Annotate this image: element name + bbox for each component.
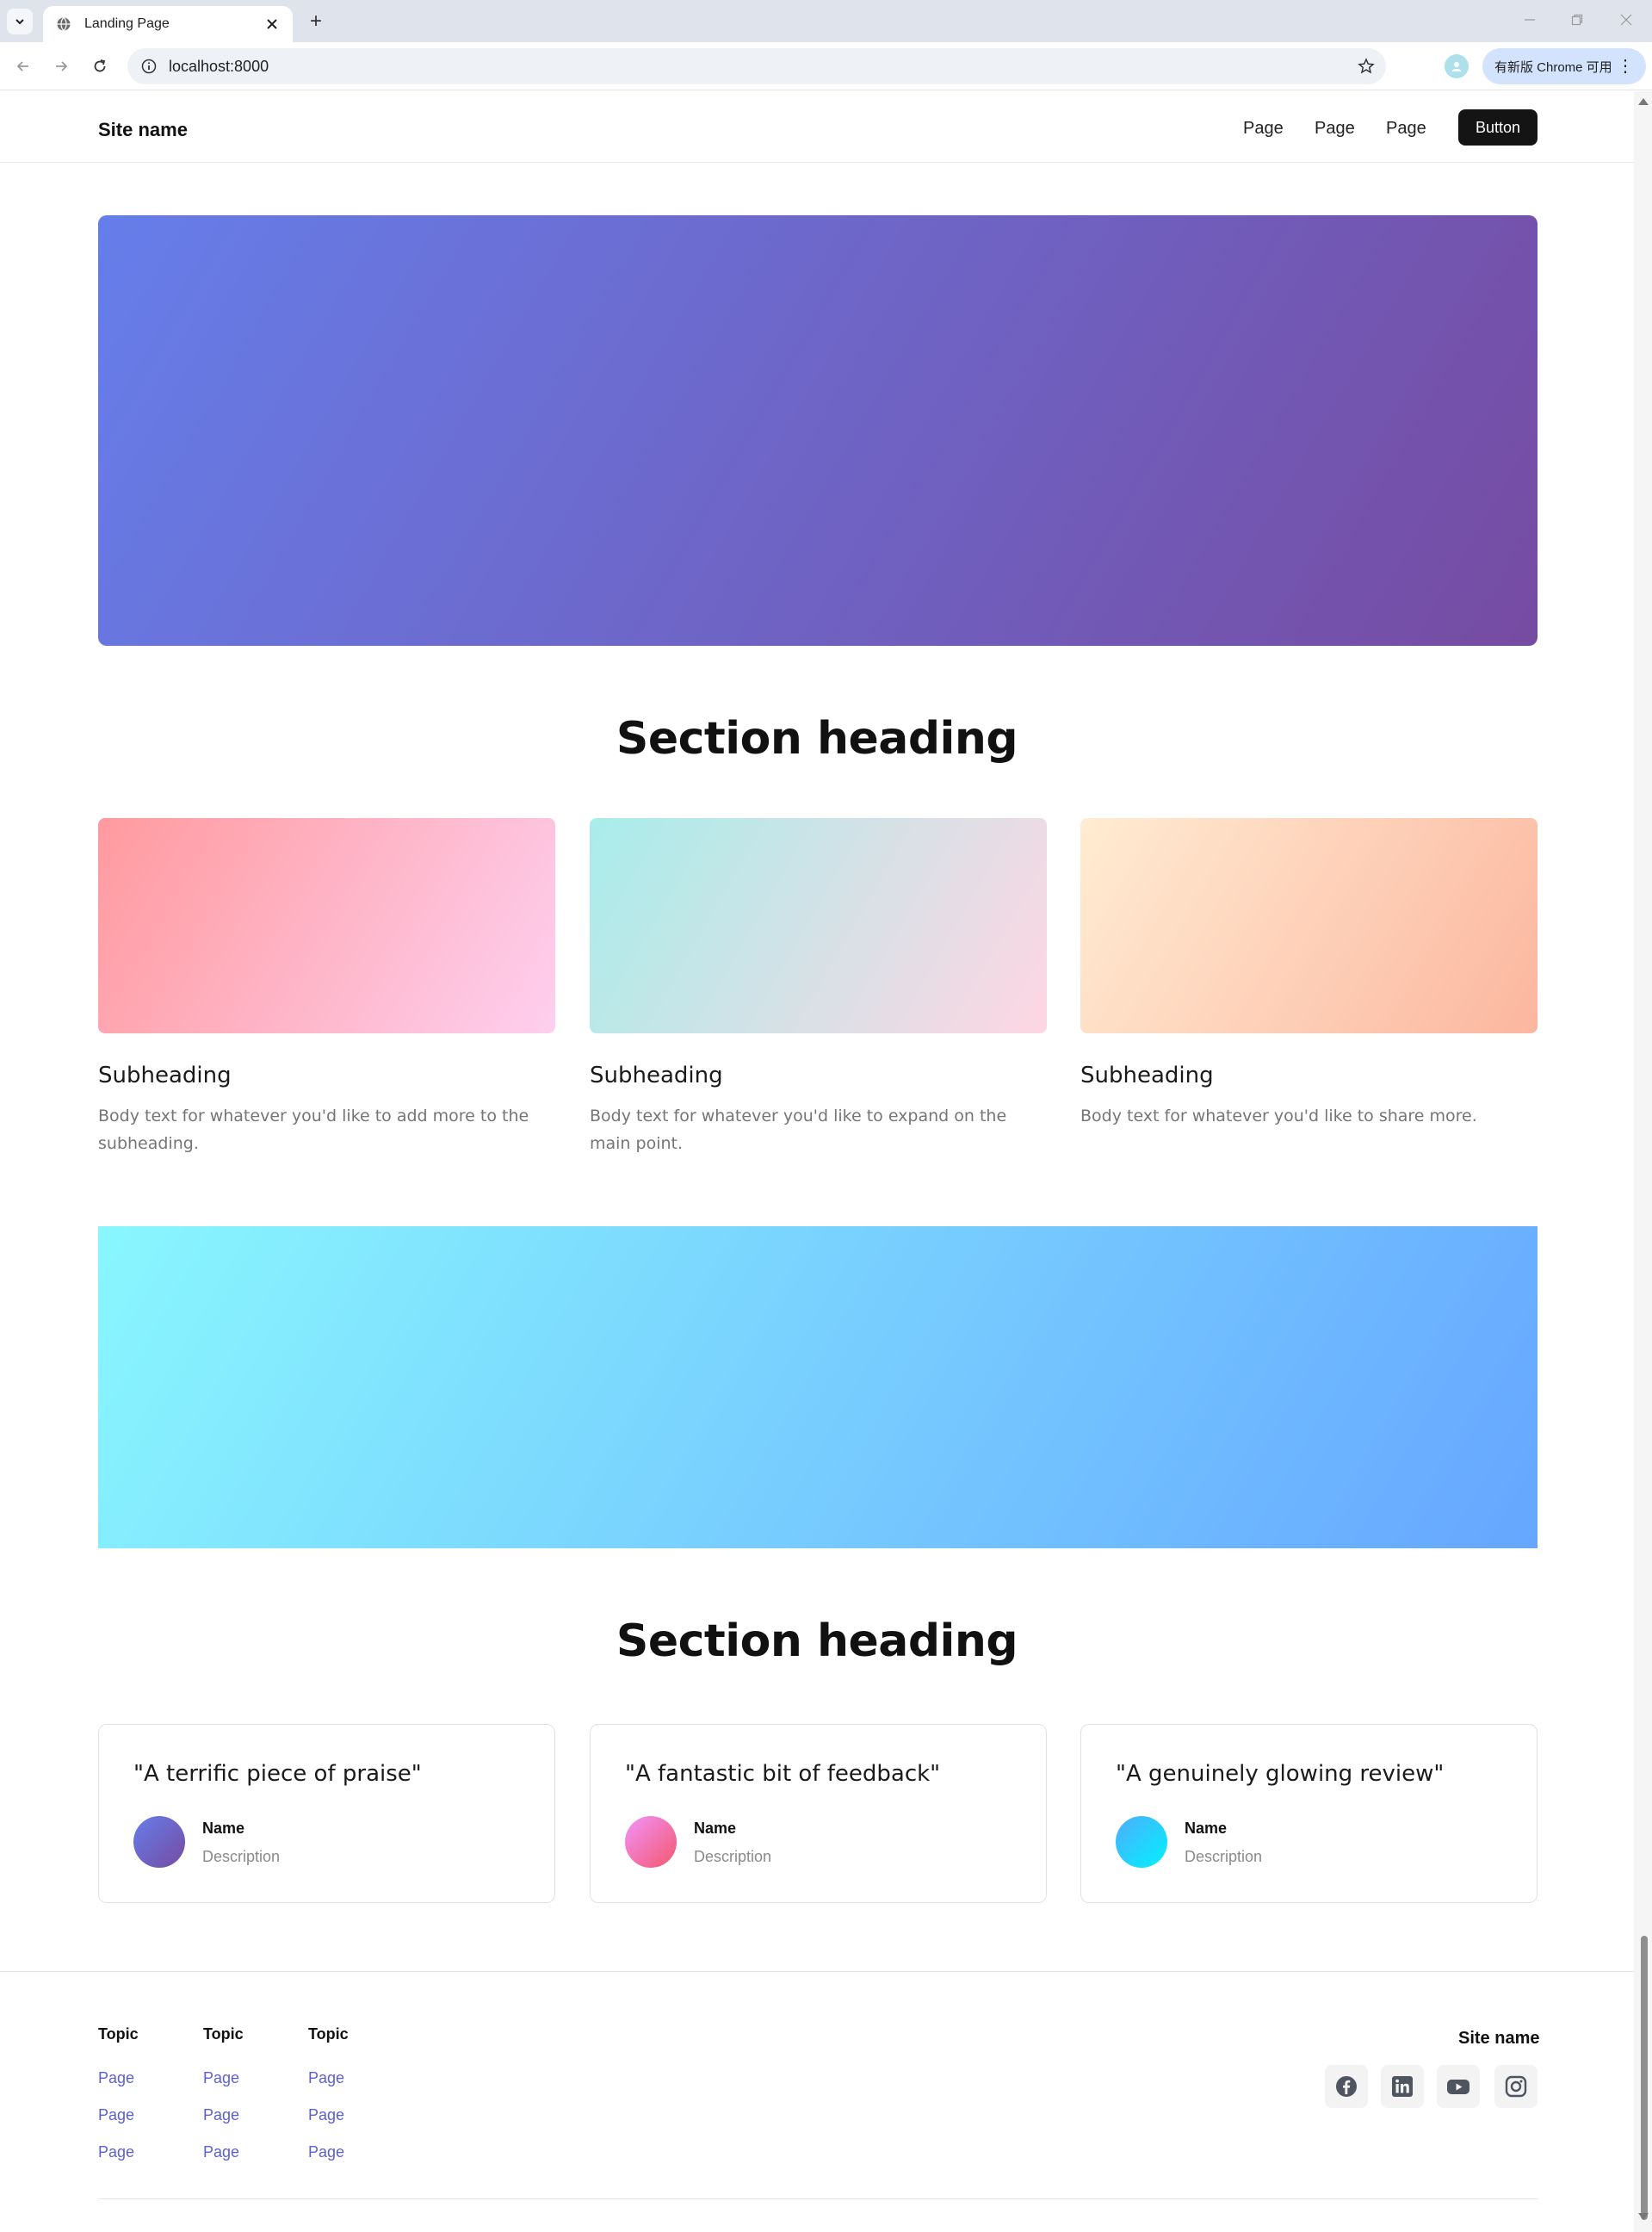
nav-link-2[interactable]: Page xyxy=(1315,119,1355,139)
instagram-icon[interactable] xyxy=(1494,2065,1538,2108)
site-info-icon[interactable] xyxy=(139,57,158,76)
nav-link-1[interactable]: Page xyxy=(1243,119,1284,139)
facebook-icon[interactable] xyxy=(1325,2065,1368,2108)
scroll-up-icon[interactable] xyxy=(1638,98,1649,105)
page-scrollbar[interactable] xyxy=(1634,91,1652,2232)
footer-link[interactable]: Page xyxy=(203,2143,244,2161)
more-menu-icon[interactable]: ⋮ xyxy=(1617,58,1634,75)
forward-icon[interactable] xyxy=(48,53,74,79)
testimonial-card: "A terrific piece of praise" Name Descri… xyxy=(98,1724,555,1903)
banner-image xyxy=(98,1226,1538,1548)
avatar xyxy=(133,1816,185,1868)
footer-link[interactable]: Page xyxy=(308,2106,349,2124)
footer-column: Topic Page Page Page xyxy=(308,2025,349,2180)
profile-avatar-icon[interactable] xyxy=(1445,54,1469,78)
page-viewport: Site name Page Page Page Button Section … xyxy=(0,91,1634,2232)
footer-topic: Topic xyxy=(203,2025,244,2043)
footer-site-name[interactable]: Site name xyxy=(1458,2029,1539,2049)
testimonial-description: Description xyxy=(202,1848,281,1865)
footer-bottom-divider xyxy=(98,2198,1538,2199)
site-name[interactable]: Site name xyxy=(98,119,188,141)
globe-icon xyxy=(55,16,72,33)
feature-subheading: Subheading xyxy=(1080,1063,1214,1088)
testimonial-quote: "A genuinely glowing review" xyxy=(1116,1761,1445,1787)
bookmark-star-icon[interactable] xyxy=(1357,57,1376,76)
scrollbar-thumb[interactable] xyxy=(1641,1936,1648,2220)
footer-link[interactable]: Page xyxy=(203,2106,244,2124)
feature-subheading: Subheading xyxy=(98,1063,232,1088)
testimonial-name: Name xyxy=(694,1820,737,1837)
footer-column: Topic Page Page Page xyxy=(98,2025,139,2180)
tab-title: Landing Page xyxy=(84,16,170,31)
feature-image xyxy=(590,818,1047,1033)
footer-link[interactable]: Page xyxy=(203,2069,244,2087)
minimize-icon[interactable] xyxy=(1513,7,1547,33)
footer-link[interactable]: Page xyxy=(308,2143,349,2161)
feature-card: Subheading Body text for whatever you'd … xyxy=(1080,818,1538,1130)
testimonial-name: Name xyxy=(1185,1820,1228,1837)
footer-column: Topic Page Page Page xyxy=(203,2025,244,2180)
footer-link[interactable]: Page xyxy=(98,2069,139,2087)
linkedin-icon[interactable] xyxy=(1381,2065,1424,2108)
browser-tab-bar: Landing Page + xyxy=(0,0,1652,42)
footer-topic: Topic xyxy=(308,2025,349,2043)
feature-body: Body text for whatever you'd like to add… xyxy=(98,1107,529,1153)
testimonials-heading: Section heading xyxy=(616,1615,1018,1667)
feature-card: Subheading Body text for whatever you'd … xyxy=(590,818,1047,1157)
back-icon[interactable] xyxy=(10,53,36,79)
footer-link[interactable]: Page xyxy=(98,2143,139,2161)
avatar xyxy=(1116,1816,1167,1868)
footer-topic: Topic xyxy=(98,2025,139,2043)
testimonial-quote: "A fantastic bit of feedback" xyxy=(625,1761,941,1787)
testimonial-description: Description xyxy=(1185,1848,1263,1865)
avatar xyxy=(625,1816,677,1868)
features-heading: Section heading xyxy=(616,713,1018,765)
tab-search-button[interactable] xyxy=(7,9,33,34)
feature-image xyxy=(1080,818,1538,1033)
testimonial-name: Name xyxy=(202,1820,245,1837)
browser-toolbar: localhost:8000 xyxy=(0,42,1652,90)
nav-link-3[interactable]: Page xyxy=(1386,119,1426,139)
footer-divider xyxy=(0,1971,1634,1972)
scroll-down-icon[interactable] xyxy=(1638,2213,1649,2220)
reload-icon[interactable] xyxy=(87,53,113,79)
site-header: Site name Page Page Page Button xyxy=(0,91,1634,163)
feature-card: Subheading Body text for whatever you'd … xyxy=(98,818,555,1157)
testimonial-description: Description xyxy=(694,1848,772,1865)
chrome-update-button[interactable]: 有新版 Chrome 可用 ⋮ xyxy=(1482,48,1646,84)
update-label: 有新版 Chrome 可用 xyxy=(1494,59,1612,75)
testimonial-card: "A fantastic bit of feedback" Name Descr… xyxy=(590,1724,1047,1903)
footer-link[interactable]: Page xyxy=(308,2069,349,2087)
restore-icon[interactable] xyxy=(1560,7,1594,33)
url-text: localhost:8000 xyxy=(169,57,269,75)
youtube-icon[interactable] xyxy=(1437,2065,1480,2108)
chevron-down-icon xyxy=(15,19,24,25)
feature-subheading: Subheading xyxy=(590,1063,723,1088)
browser-tab[interactable]: Landing Page xyxy=(43,6,293,42)
close-window-icon[interactable] xyxy=(1609,7,1643,33)
feature-body: Body text for whatever you'd like to sha… xyxy=(1080,1107,1477,1125)
address-bar[interactable]: localhost:8000 xyxy=(127,48,1386,84)
feature-body: Body text for whatever you'd like to exp… xyxy=(590,1107,1007,1153)
footer-link[interactable]: Page xyxy=(98,2106,139,2124)
close-tab-icon[interactable] xyxy=(263,16,281,33)
testimonial-quote: "A terrific piece of praise" xyxy=(133,1761,422,1787)
hero-image xyxy=(98,215,1538,646)
new-tab-button[interactable]: + xyxy=(303,9,329,34)
testimonial-card: "A genuinely glowing review" Name Descri… xyxy=(1080,1724,1538,1903)
feature-image xyxy=(98,818,555,1033)
header-button[interactable]: Button xyxy=(1458,109,1538,146)
